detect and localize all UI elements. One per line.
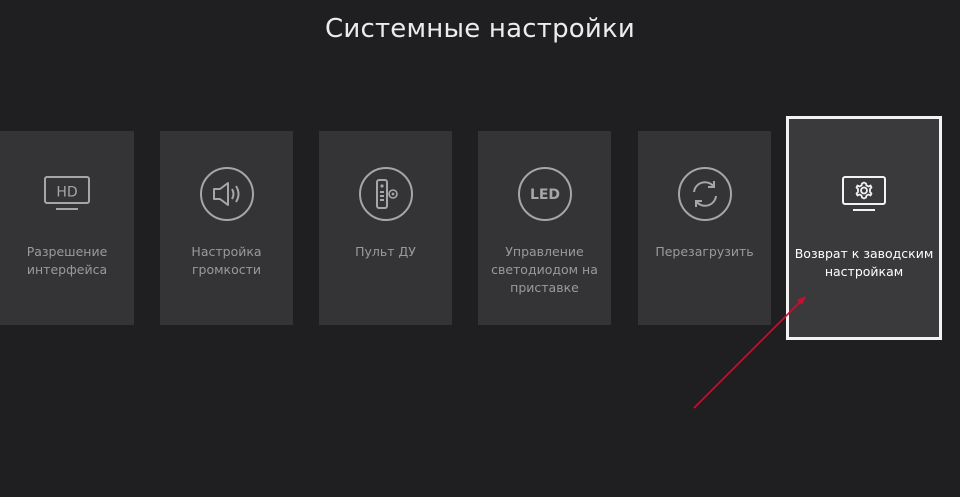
refresh-icon [677, 166, 733, 222]
tile-remote-control[interactable]: Пульт ДУ [319, 131, 452, 325]
tile-led-control[interactable]: LED Управление светодиодом на приставке [478, 131, 611, 325]
hd-display-icon: HD [39, 166, 95, 222]
factory-reset-gear-icon [836, 167, 892, 223]
tile-label: Разрешение интерфейса [26, 244, 108, 277]
tile-reboot[interactable]: Перезагрузить [638, 131, 771, 325]
speaker-volume-icon [199, 166, 255, 222]
tile-label: Пульт ДУ [355, 244, 416, 259]
tile-interface-resolution[interactable]: HD Разрешение интерфейса [0, 131, 134, 325]
tile-label: Настройка громкости [191, 244, 262, 277]
tile-factory-reset[interactable]: Возврат к заводским настройкам [786, 116, 942, 340]
remote-control-icon [358, 166, 414, 222]
led-icon: LED [517, 166, 573, 222]
tile-label: Управление светодиодом на приставке [491, 244, 598, 295]
tile-volume-settings[interactable]: Настройка громкости [160, 131, 293, 325]
settings-tiles: HD Разрешение интерфейса Настройка громк… [0, 0, 960, 497]
system-settings-screen: Системные настройки HD Разрешение интерф… [0, 0, 960, 497]
tile-label: Перезагрузить [655, 244, 754, 259]
led-icon-text: LED [529, 187, 559, 203]
hd-icon-text: HD [56, 185, 77, 201]
tile-label: Возврат к заводским настройкам [794, 246, 934, 279]
